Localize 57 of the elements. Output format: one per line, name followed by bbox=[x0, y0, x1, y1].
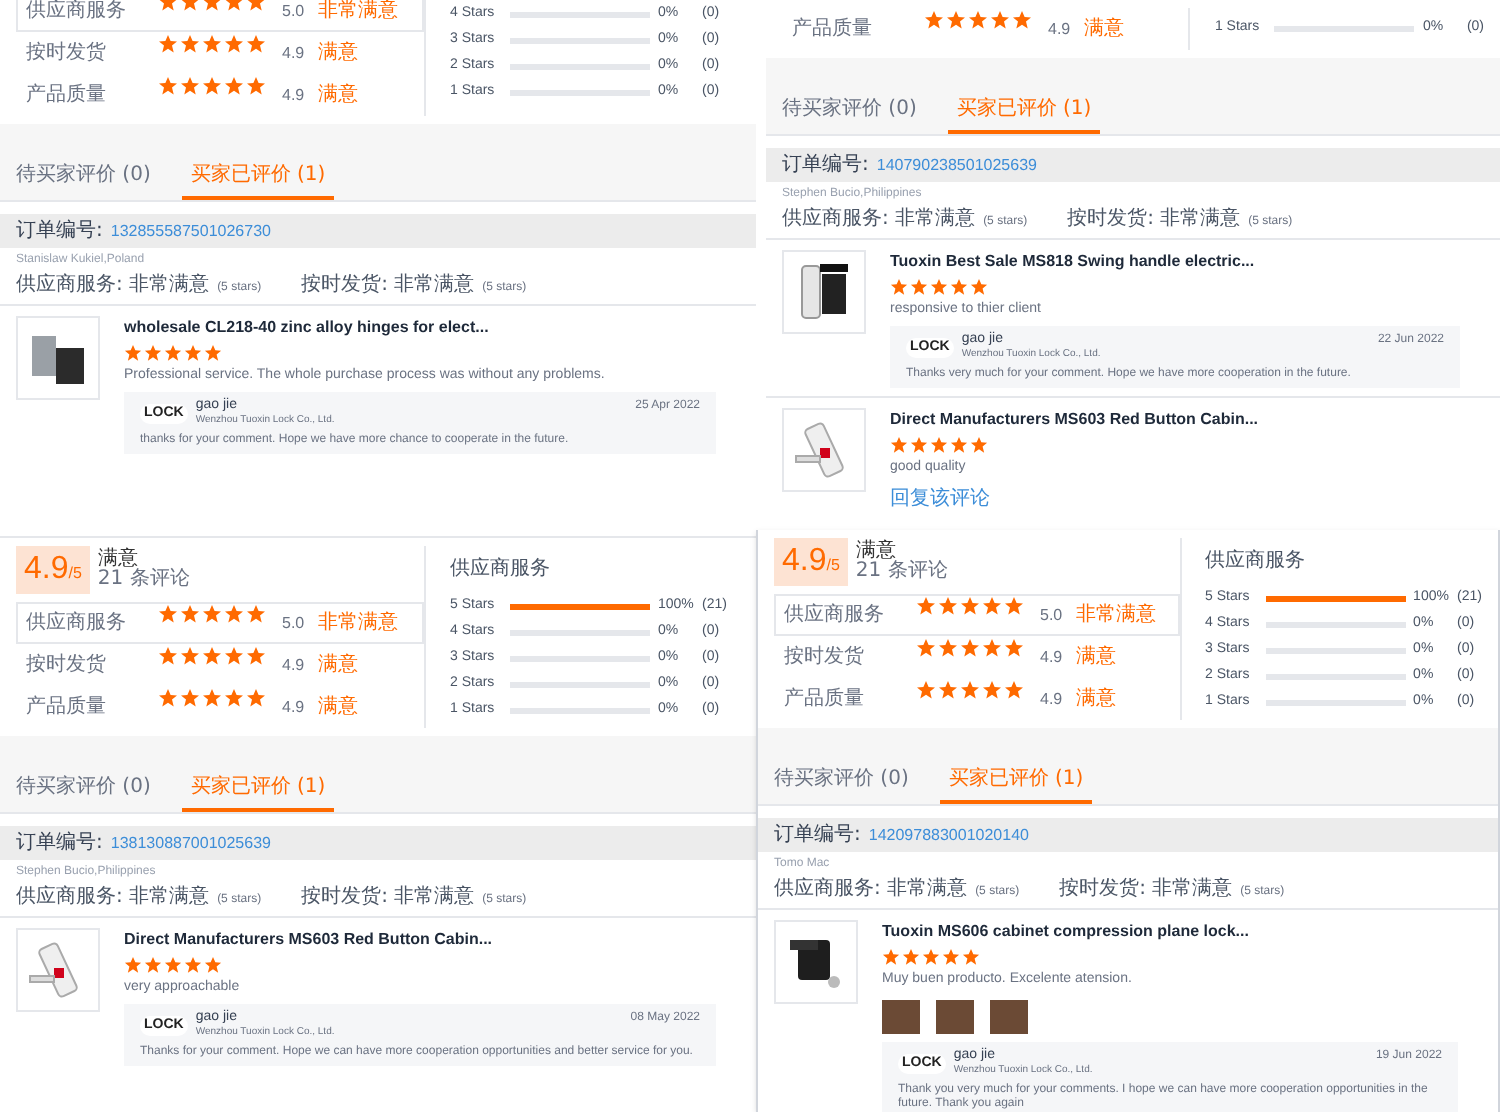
review-tab[interactable]: 买家已评价 (1) bbox=[182, 772, 334, 812]
product-photo-placeholder bbox=[16, 316, 100, 400]
reply-link[interactable]: 回复该评论 bbox=[890, 483, 1484, 513]
criterion-row[interactable]: 供应商服务 5.0 非常满意 bbox=[16, 602, 424, 644]
score-scale: /5 bbox=[68, 562, 82, 586]
buyer-rating: 供应商服务: 非常满意 bbox=[782, 205, 976, 234]
score-value: 4.9 bbox=[24, 550, 69, 590]
photo-placeholder[interactable] bbox=[936, 999, 974, 1033]
review-tab[interactable]: 待买家评价 (0) bbox=[8, 772, 159, 812]
product-photo-placeholder bbox=[782, 250, 866, 334]
rating-verdict: 满意 bbox=[855, 542, 896, 562]
review-tab[interactable]: 待买家评价 (0) bbox=[774, 94, 925, 134]
review-count: 21 条评论 bbox=[97, 570, 190, 590]
score-value: 4.9 bbox=[782, 542, 827, 582]
order-label: 订单编号: bbox=[16, 829, 103, 858]
review-tab[interactable]: 待买家评价 (0) bbox=[766, 764, 917, 804]
review-tab[interactable]: 待买家评价 (0) bbox=[8, 160, 159, 200]
score-scale: /5 bbox=[826, 554, 840, 578]
order-label: 订单编号: bbox=[782, 151, 869, 180]
product-title[interactable]: Tuoxin MS606 cabinet compression plane lock... bbox=[882, 920, 1482, 944]
criterion-row[interactable]: 按时发货 4.9 满意 bbox=[16, 644, 424, 686]
product-title[interactable]: wholesale CL218-40 zinc alloy hinges for elect... bbox=[124, 316, 740, 340]
breakdown-title: 供应商服务 bbox=[1205, 547, 1308, 575]
criterion-row[interactable]: 按时发货 4.9 满意 bbox=[774, 636, 1180, 678]
breakdown-title: 供应商服务 bbox=[450, 555, 552, 583]
review-tab[interactable]: 买家已评价 (1) bbox=[948, 94, 1100, 134]
buyer-rating: 供应商服务: 非常满意 bbox=[774, 875, 968, 904]
buyer-rating: 按时发货: 非常满意 bbox=[301, 271, 475, 300]
criterion-row[interactable]: 按时发货 4.9 满意 bbox=[16, 32, 424, 74]
criterion-row[interactable]: 产品质量 4.9 满意 bbox=[774, 678, 1180, 720]
order-number[interactable]: 138130887001025639 bbox=[110, 831, 271, 855]
review-tab[interactable]: 买家已评价 (1) bbox=[940, 764, 1092, 804]
product-title[interactable]: Direct Manufacturers MS603 Red Button Cabin... bbox=[124, 928, 740, 952]
review-tab[interactable]: 买家已评价 (1) bbox=[182, 160, 334, 200]
order-number[interactable]: 132855587501026730 bbox=[110, 219, 271, 243]
photo-placeholder[interactable] bbox=[990, 999, 1028, 1033]
buyer-rating: 按时发货: 非常满意 bbox=[1067, 205, 1241, 234]
photo-placeholder[interactable] bbox=[882, 999, 920, 1033]
criterion-row[interactable]: 供应商服务 5.0 非常满意 bbox=[774, 594, 1180, 636]
product-title[interactable]: Direct Manufacturers MS603 Red Button Cabin... bbox=[890, 408, 1484, 432]
product-photo-placeholder bbox=[782, 408, 866, 492]
buyer-rating: 按时发货: 非常满意 bbox=[1059, 875, 1233, 904]
order-label: 订单编号: bbox=[16, 217, 103, 246]
product-photo-placeholder bbox=[774, 920, 858, 1004]
buyer-rating: 供应商服务: 非常满意 bbox=[16, 271, 210, 300]
criterion-row[interactable]: 产品质量 4.9 满意 bbox=[16, 686, 424, 728]
order-label: 订单编号: bbox=[774, 821, 861, 850]
product-title[interactable]: Tuoxin Best Sale MS818 Swing handle electric... bbox=[890, 250, 1484, 274]
criterion-row[interactable]: 产品质量 4.9 满意 bbox=[16, 74, 424, 116]
order-number[interactable]: 140790238501025639 bbox=[876, 153, 1037, 177]
product-photo-placeholder bbox=[16, 928, 100, 1012]
buyer-rating: 按时发货: 非常满意 bbox=[301, 883, 475, 912]
criterion-row[interactable]: 产品质量 4.9 满意 bbox=[782, 8, 1189, 50]
buyer-rating: 供应商服务: 非常满意 bbox=[16, 883, 210, 912]
order-number[interactable]: 142097883001020140 bbox=[868, 823, 1029, 847]
rating-verdict: 满意 bbox=[97, 550, 138, 570]
review-count: 21 条评论 bbox=[855, 562, 948, 582]
